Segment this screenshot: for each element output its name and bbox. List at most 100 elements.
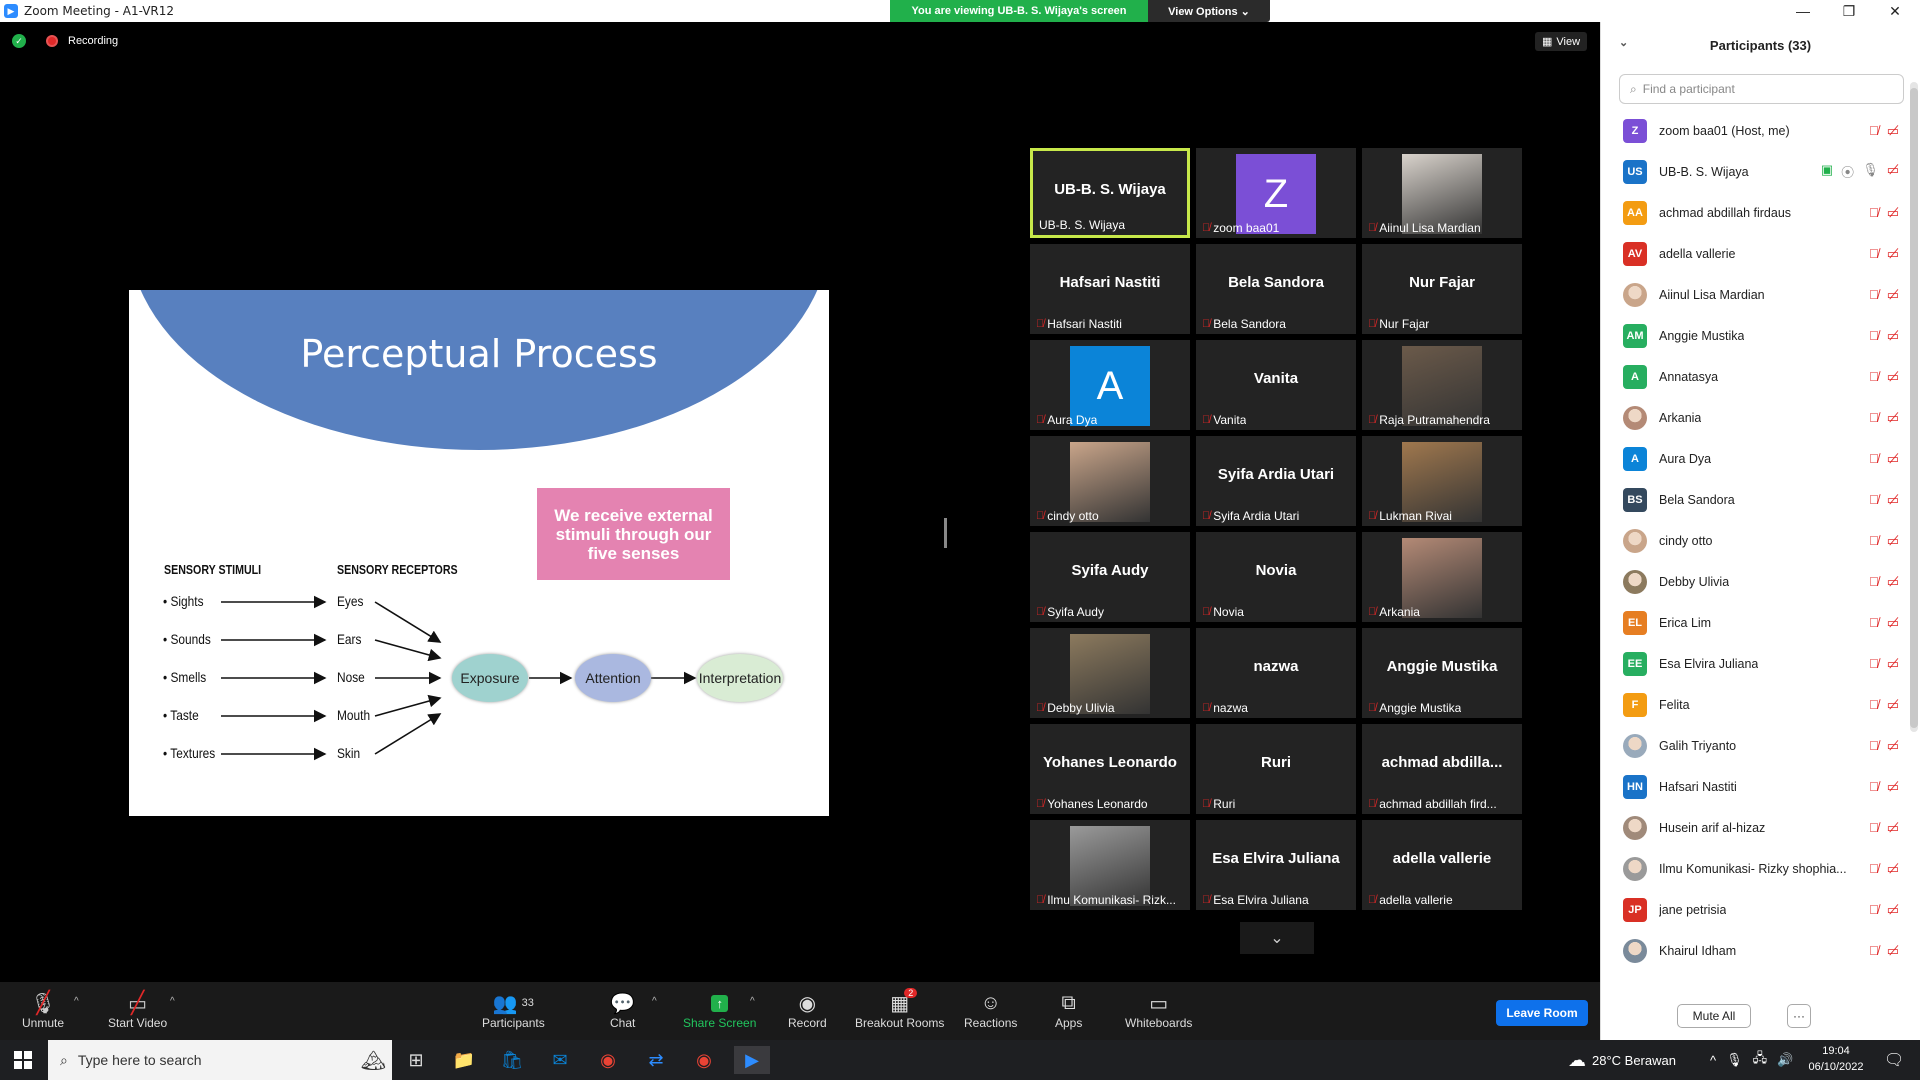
view-button[interactable]: ▦ View	[1535, 32, 1588, 51]
participant-list-item[interactable]: Arkania 🎙̸ ▭̸	[1601, 397, 1907, 438]
share-options-caret-icon[interactable]: ^	[750, 996, 755, 1007]
participant-list-item[interactable]: Galih Triyanto 🎙̸ ▭̸	[1601, 725, 1907, 766]
participant-tile[interactable]: 🎙̸ Debby Ulivia	[1030, 628, 1190, 718]
split-view-divider[interactable]	[944, 518, 947, 548]
audio-options-caret-icon[interactable]: ^	[74, 996, 79, 1007]
microsoft-store-icon[interactable]: 🛍	[494, 1046, 530, 1074]
chat-options-caret-icon[interactable]: ^	[652, 996, 657, 1007]
record-button[interactable]: ◉ Record	[788, 990, 827, 1031]
teamviewer-icon[interactable]: ⇄	[638, 1046, 674, 1074]
chrome-icon[interactable]: ◉	[590, 1046, 626, 1074]
participant-tile[interactable]: 🎙̸ Ilmu Komunikasi- Rizk...	[1030, 820, 1190, 910]
panel-scrollbar-thumb[interactable]	[1910, 88, 1918, 728]
participant-name: Bela Sandora	[1213, 317, 1286, 331]
participant-list-item[interactable]: Aiinul Lisa Mardian 🎙̸ ▭̸	[1601, 274, 1907, 315]
participant-list-item[interactable]: Debby Ulivia 🎙̸ ▭̸	[1601, 561, 1907, 602]
participant-tile[interactable]: Novia 🎙̸ Novia	[1196, 532, 1356, 622]
mute-all-button[interactable]: Mute All	[1677, 1004, 1751, 1028]
notifications-icon[interactable]: 🗨	[1884, 1040, 1904, 1080]
participant-tile[interactable]: Syifa Ardia Utari 🎙̸ Syifa Ardia Utari	[1196, 436, 1356, 526]
participant-name-label: 🎙̸ Ruri	[1202, 797, 1235, 811]
reactions-button[interactable]: ☺ Reactions	[964, 990, 1017, 1031]
microphone-tray-icon[interactable]: 🎙	[1726, 1052, 1743, 1068]
chrome-profile-icon[interactable]: ◉	[686, 1046, 722, 1074]
participant-tile[interactable]: Hafsari Nastiti 🎙̸ Hafsari Nastiti	[1030, 244, 1190, 334]
participant-name: Husein arif al-hizaz	[1659, 820, 1766, 835]
participant-tile[interactable]: UB-B. S. Wijaya UB-B. S. Wijaya	[1030, 148, 1190, 238]
participant-list-item[interactable]: AM Anggie Mustika 🎙̸ ▭̸	[1601, 315, 1907, 356]
participant-tile[interactable]: 🎙̸ Raja Putramahendra	[1362, 340, 1522, 430]
participant-list-item[interactable]: Ilmu Komunikasi- Rizky shophia... 🎙̸ ▭̸	[1601, 848, 1907, 889]
participant-list-item[interactable]: Zzoom baa01 (Host, me) 🎙̸ ▭̸	[1601, 110, 1907, 151]
participant-tile[interactable]: Vanita 🎙̸ Vanita	[1196, 340, 1356, 430]
view-options-button[interactable]: View Options ⌄	[1148, 0, 1270, 22]
participant-tile[interactable]: Nur Fajar 🎙̸ Nur Fajar	[1362, 244, 1522, 334]
participant-search-input[interactable]: ⌕ Find a participant	[1619, 74, 1904, 104]
network-icon[interactable]: 🖧	[1753, 1049, 1768, 1071]
participant-tile[interactable]: 🎙̸ cindy otto	[1030, 436, 1190, 526]
participants-button[interactable]: 👥 33 Participants	[482, 990, 545, 1031]
participant-tile[interactable]: Ruri 🎙̸ Ruri	[1196, 724, 1356, 814]
participant-name: UB-B. S. Wijaya	[1659, 164, 1749, 179]
unmute-button[interactable]: 🎙 ╱ Unmute	[22, 990, 64, 1030]
participant-tile[interactable]: nazwa 🎙̸ nazwa	[1196, 628, 1356, 718]
zoom-taskbar-icon[interactable]: ▶	[734, 1046, 770, 1074]
participant-tile[interactable]: Z 🎙̸ zoom baa01	[1196, 148, 1356, 238]
breakout-rooms-button[interactable]: ▦ 2 Breakout Rooms	[855, 988, 944, 1030]
taskbar-search-input[interactable]: ⌕ Type here to search 🏔	[48, 1040, 392, 1080]
participant-display-name: UB-B. S. Wijaya	[1054, 181, 1166, 198]
participant-list-item[interactable]: Husein arif al-hizaz 🎙̸ ▭̸	[1601, 807, 1907, 848]
tray-chevron-icon[interactable]: ^	[1710, 1053, 1716, 1068]
windows-start-icon[interactable]	[14, 1051, 32, 1069]
participant-list-item[interactable]: EL Erica Lim 🎙̸ ▭̸	[1601, 602, 1907, 643]
participant-list-item[interactable]: cindy otto 🎙̸ ▭̸	[1601, 520, 1907, 561]
participant-list-item[interactable]: HN Hafsari Nastiti 🎙̸ ▭̸	[1601, 766, 1907, 807]
participant-tile[interactable]: 🎙̸ Lukman Rivai	[1362, 436, 1522, 526]
participant-list-item[interactable]: BS Bela Sandora 🎙̸ ▭̸	[1601, 479, 1907, 520]
chat-button[interactable]: 💬 Chat	[610, 990, 635, 1031]
video-options-caret-icon[interactable]: ^	[170, 996, 175, 1007]
participant-name: nazwa	[1213, 701, 1248, 715]
participant-list-item[interactable]: US UB-B. S. Wijaya ▣ ⦿ 🎙 ▭̸	[1601, 151, 1907, 192]
participant-tile[interactable]: Yohanes Leonardo 🎙̸ Yohanes Leonardo	[1030, 724, 1190, 814]
close-button[interactable]: ✕	[1872, 0, 1918, 22]
participant-list-item[interactable]: AV adella vallerie 🎙̸ ▭̸	[1601, 233, 1907, 274]
task-view-icon[interactable]: ⊞	[398, 1046, 434, 1074]
more-options-button[interactable]: ···	[1787, 1004, 1811, 1028]
minimize-button[interactable]: —	[1780, 0, 1826, 22]
collapse-panel-icon[interactable]: ⌄	[1619, 36, 1628, 49]
security-shield-icon[interactable]: ✓	[12, 34, 26, 48]
participant-list-item[interactable]: F Felita 🎙̸ ▭̸	[1601, 684, 1907, 725]
leave-room-button[interactable]: Leave Room	[1496, 1000, 1588, 1026]
participant-tile[interactable]: Bela Sandora 🎙̸ Bela Sandora	[1196, 244, 1356, 334]
participant-tile[interactable]: 🎙̸ Aiinul Lisa Mardian	[1362, 148, 1522, 238]
maximize-button[interactable]: ❐	[1826, 0, 1872, 22]
participant-avatar: AM	[1623, 323, 1647, 348]
participant-list-item[interactable]: AA achmad abdillah firdaus 🎙̸ ▭̸	[1601, 192, 1907, 233]
share-screen-button[interactable]: ↑ Share Screen	[683, 990, 756, 1030]
participant-list-item[interactable]: JP jane petrisia 🎙̸ ▭̸	[1601, 889, 1907, 930]
participant-tile[interactable]: Syifa Audy 🎙̸ Syifa Audy	[1030, 532, 1190, 622]
participant-tile[interactable]: achmad abdilla... 🎙̸ achmad abdillah fird.…	[1362, 724, 1522, 814]
volume-icon[interactable]: 🔊	[1777, 1052, 1793, 1068]
apps-button[interactable]: ⧉ Apps	[1055, 990, 1082, 1031]
participant-list-item[interactable]: Khairul Idham 🎙̸ ▭̸	[1601, 930, 1907, 971]
participant-tile[interactable]: Esa Elvira Juliana 🎙̸ Esa Elvira Juliana	[1196, 820, 1356, 910]
breakout-badge: 2	[904, 988, 918, 998]
participant-avatar	[1623, 528, 1647, 553]
participant-tile[interactable]: Anggie Mustika 🎙̸ Anggie Mustika	[1362, 628, 1522, 718]
participant-tile[interactable]: adella vallerie 🎙̸ adella vallerie	[1362, 820, 1522, 910]
participant-list-item[interactable]: A Annatasya 🎙̸ ▭̸	[1601, 356, 1907, 397]
participant-name-label: 🎙̸ Arkania	[1368, 605, 1420, 619]
mail-icon[interactable]: ✉	[542, 1046, 578, 1074]
file-explorer-icon[interactable]: 📁	[446, 1046, 482, 1074]
participant-tile[interactable]: A 🎙̸ Aura Dya	[1030, 340, 1190, 430]
start-video-button[interactable]: ▭ ╱ Start Video	[108, 990, 167, 1030]
participant-list-item[interactable]: EE Esa Elvira Juliana 🎙̸ ▭̸	[1601, 643, 1907, 684]
gallery-next-page-button[interactable]: ⌄	[1240, 922, 1314, 954]
weather-widget[interactable]: ☁ 28°C Berawan	[1568, 1040, 1676, 1080]
taskbar-clock[interactable]: 19:04 06/10/2022	[1806, 1043, 1866, 1075]
participant-tile[interactable]: 🎙̸ Arkania	[1362, 532, 1522, 622]
whiteboards-button[interactable]: ▭ Whiteboards	[1125, 990, 1192, 1031]
participant-list-item[interactable]: A Aura Dya 🎙̸ ▭̸	[1601, 438, 1907, 479]
